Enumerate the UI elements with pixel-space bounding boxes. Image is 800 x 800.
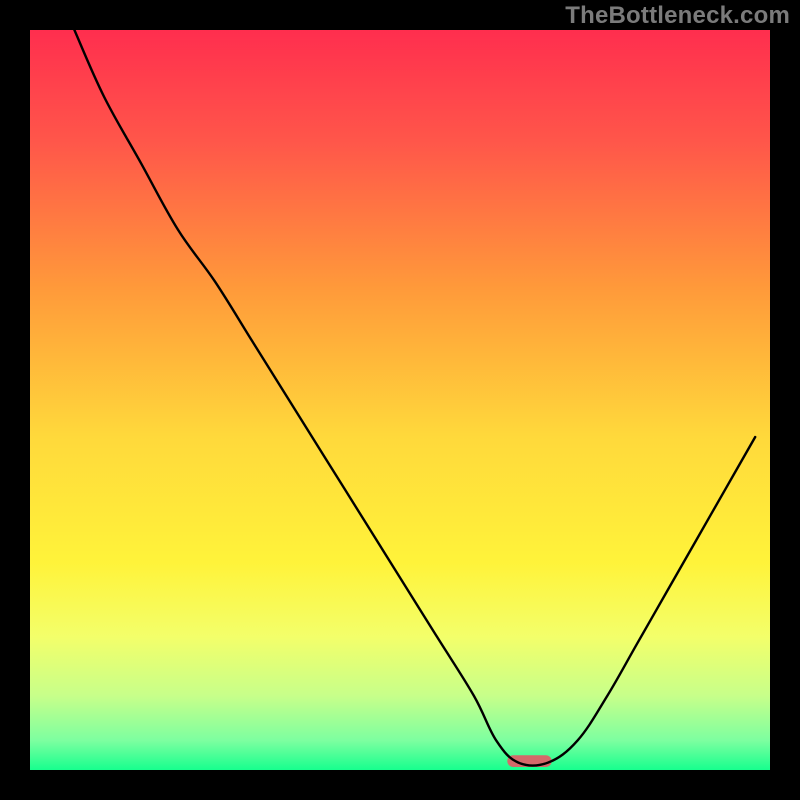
chart-stage: TheBottleneck.com [0,0,800,800]
plot-background [30,30,770,770]
chart-svg [0,0,800,800]
